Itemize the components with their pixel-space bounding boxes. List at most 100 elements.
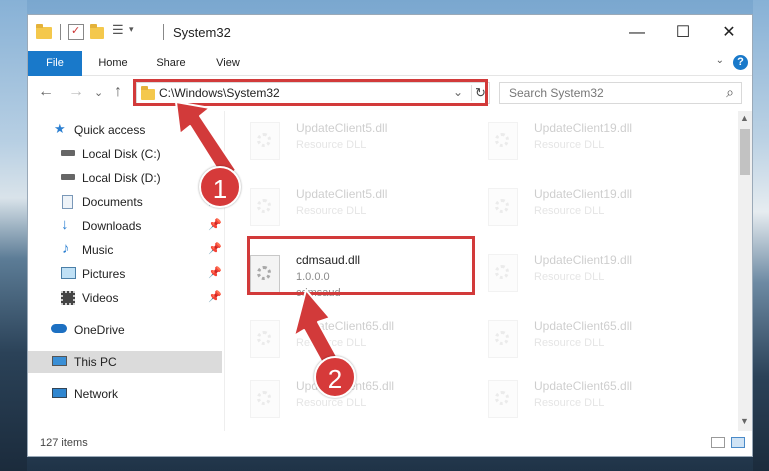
maximize-button[interactable]: ☐ [660,15,706,51]
view-icon[interactable]: ☰ [112,22,126,40]
sidebar-item-network[interactable]: Network [28,383,222,405]
dll-file-icon [488,254,518,292]
sidebar-item-label: Local Disk (D:) [82,171,161,185]
pin-icon[interactable]: 📌 [208,218,222,231]
dll-file-icon [250,188,280,226]
dll-file-icon [250,122,280,160]
file-name: UpdateClient5.dll [296,187,388,201]
sidebar-item-downloads[interactable]: ↓ Downloads 📌 [28,215,222,237]
tab-home[interactable]: Home [90,51,136,75]
file-name: UpdateClient5.dll [296,121,388,135]
search-input[interactable]: Search System32 [509,86,604,100]
ribbon-tabs: File Home Share View ⌄ ? [28,51,752,99]
sidebar-item-onedrive[interactable]: OneDrive [28,319,222,341]
sidebar-item-label: Documents [82,195,143,209]
file-description: Resource DLL [534,139,605,151]
file-name: UpdateClient65.dll [296,319,395,333]
pin-icon[interactable]: 📌 [208,242,222,255]
recent-locations-button[interactable]: ⌄ [94,86,103,99]
file-description: Resource DLL [296,205,367,217]
dll-file-icon [488,188,518,226]
file-description: Resource DLL [534,271,605,283]
file-description: Resource DLL [534,397,605,409]
file-description: Resource DLL [534,337,605,349]
sidebar-item-label: Downloads [82,219,142,233]
large-icons-view-icon[interactable] [731,437,745,448]
computer-icon [52,356,67,366]
desktop-background-left [0,0,27,471]
details-view-icon[interactable] [711,437,725,448]
sidebar-item-label: Network [74,387,119,401]
search-box[interactable]: Search System32 ⌕ [499,82,742,104]
sidebar-item-pictures[interactable]: Pictures 📌 [28,263,222,285]
item-count: 127 items [40,437,88,449]
address-bar-highlight [133,79,488,106]
tab-view[interactable]: View [206,51,250,75]
drive-icon [61,174,75,180]
scrollbar-thumb[interactable] [740,129,750,175]
sidebar-item-music[interactable]: ♪ Music 📌 [28,239,222,261]
step-1-badge: 1 [199,166,241,208]
download-arrow-icon: ↓ [61,216,69,233]
desktop-background-right [753,0,769,471]
up-button[interactable]: ↑ [114,83,122,101]
window-title: System32 [173,25,231,40]
ribbon-expand-icon[interactable]: ⌄ [716,55,724,66]
sidebar-item-local-disk-d[interactable]: Local Disk (D:) [28,167,222,189]
dll-file-icon [488,122,518,160]
sidebar-item-label: Local Disk (C:) [82,147,161,161]
tab-share[interactable]: Share [148,51,194,75]
status-bar: 127 items [28,431,752,456]
back-button[interactable]: ← [38,83,54,101]
list-item[interactable]: UpdateClient65.dll Resource DLL [226,313,456,361]
search-icon: ⌕ [726,84,734,100]
pin-icon[interactable]: 📌 [208,290,222,303]
file-name: UpdateClient19.dll [534,187,633,201]
sidebar-item-label: This PC [74,355,117,369]
list-item[interactable]: UpdateClient19.dll Resource DLL [464,181,694,229]
file-description: Resource DLL [534,205,605,217]
pin-icon[interactable]: 📌 [208,146,222,159]
file-description: Resource DLL [296,139,367,151]
help-icon[interactable]: ? [733,55,748,70]
film-icon [61,291,75,305]
list-item[interactable]: UpdateClient19.dll Resource DLL [464,247,694,295]
step-2-badge: 2 [314,356,356,398]
file-description: Resource DLL [296,337,367,349]
sidebar-item-label: Quick access [74,123,146,137]
list-item[interactable]: UpdateClient65.dll Resource DLL [464,373,694,421]
minimize-button[interactable]: — [614,15,660,51]
file-description: Resource DLL [296,397,367,409]
close-button[interactable]: ✕ [706,15,752,51]
dll-file-icon [488,320,518,358]
scroll-down-icon[interactable]: ▼ [740,416,749,426]
sidebar-item-local-disk-c[interactable]: Local Disk (C:) 📌 [28,143,222,165]
sidebar-item-quick-access[interactable]: ★ Quick access [28,119,222,141]
file-highlight [247,236,475,295]
drive-icon [61,150,75,156]
file-name: UpdateClient65.dll [534,379,633,393]
sidebar-item-videos[interactable]: Videos 📌 [28,287,222,309]
document-icon [62,195,73,209]
qat-dropdown-icon[interactable]: ▾ [129,24,134,35]
qat-separator [60,24,61,40]
pin-icon[interactable]: 📌 [208,266,222,279]
properties-icon[interactable]: ✓ [68,24,84,40]
dll-file-icon [488,380,518,418]
cloud-icon [51,324,67,333]
vertical-scrollbar[interactable]: ▲ ▼ [738,111,752,431]
scroll-up-icon[interactable]: ▲ [740,113,749,123]
music-note-icon: ♪ [62,240,70,257]
sidebar-item-label: Music [82,243,114,257]
forward-button[interactable]: → [68,83,84,101]
sidebar-item-documents[interactable]: Documents 📌 [28,191,222,213]
dll-file-icon [250,380,280,418]
dll-file-icon [250,320,280,358]
navigation-pane: ★ Quick access Local Disk (C:) 📌 Local D… [28,111,224,431]
list-item[interactable]: UpdateClient5.dll Resource DLL [226,115,456,163]
list-item[interactable]: UpdateClient19.dll Resource DLL [464,115,694,163]
file-name: UpdateClient19.dll [534,121,633,135]
list-item[interactable]: UpdateClient65.dll Resource DLL [464,313,694,361]
list-item[interactable]: UpdateClient5.dll Resource DLL [226,181,456,229]
sidebar-item-this-pc[interactable]: This PC [28,351,222,373]
